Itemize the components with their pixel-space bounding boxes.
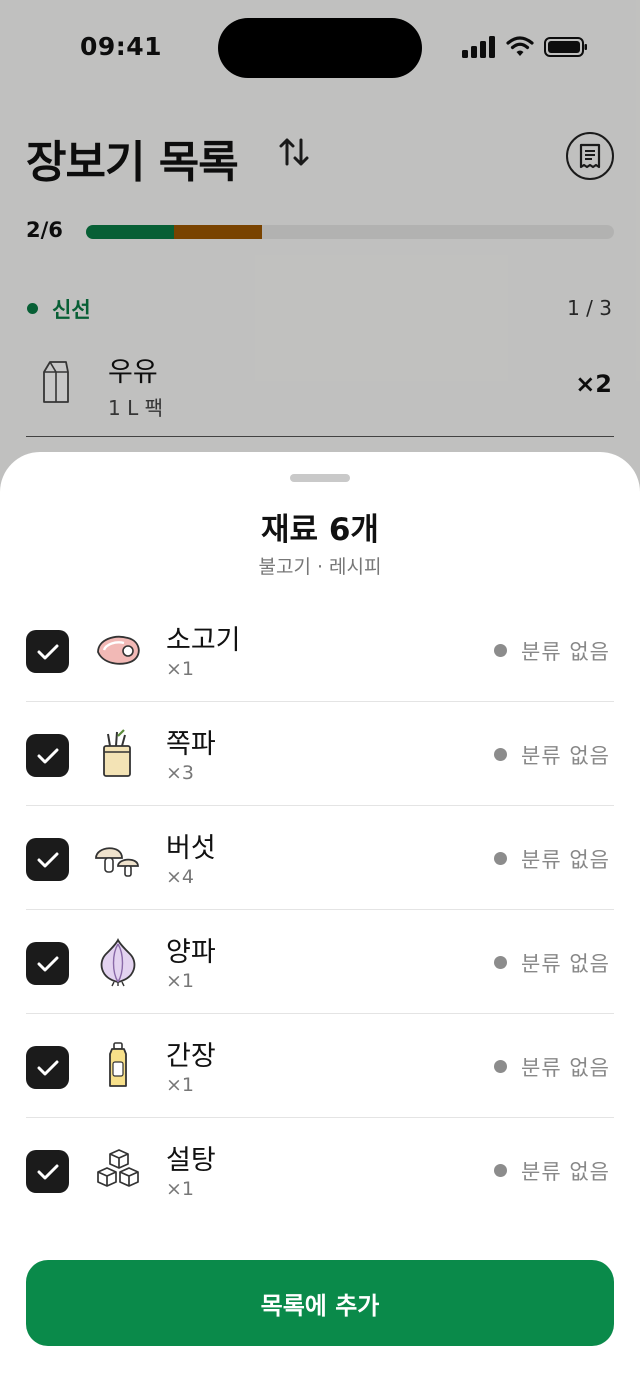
ingredient-checkbox[interactable] <box>26 838 69 881</box>
category-label[interactable]: 분류 없음 <box>521 636 610 666</box>
sheet-title: 재료 6개 <box>261 512 379 548</box>
sheet-grabber[interactable] <box>290 474 350 482</box>
ingredient-row[interactable]: 설탕 ×1 분류 없음 <box>0 1118 640 1222</box>
ingredient-row[interactable]: 버섯 ×4 분류 없음 <box>0 806 640 910</box>
ingredient-qty: ×4 <box>166 866 195 888</box>
ingredient-name: 쪽파 <box>166 729 216 760</box>
mushroom-icon <box>95 847 139 877</box>
category-label[interactable]: 분류 없음 <box>521 948 610 978</box>
ingredient-checkbox[interactable] <box>26 942 69 985</box>
checkmark-icon <box>37 956 58 971</box>
ingredient-qty: ×3 <box>166 762 195 784</box>
category-label[interactable]: 분류 없음 <box>521 740 610 770</box>
sheet-subtitle: 불고기 · 레시피 <box>258 556 382 578</box>
category-dot <box>494 748 507 761</box>
ingredient-qty: ×1 <box>166 1178 195 1200</box>
ingredient-name: 양파 <box>166 937 216 968</box>
ingredient-checkbox[interactable] <box>26 1046 69 1089</box>
ingredient-name: 소고기 <box>166 625 241 656</box>
checkmark-icon <box>37 1060 58 1075</box>
category-label[interactable]: 분류 없음 <box>521 1156 610 1186</box>
ingredient-row[interactable]: 간장 ×1 분류 없음 <box>0 1014 640 1118</box>
ingredient-name: 버섯 <box>166 833 216 864</box>
ingredient-row[interactable]: 양파 ×1 분류 없음 <box>0 910 640 1014</box>
ingredient-qty: ×1 <box>166 658 195 680</box>
category-label[interactable]: 분류 없음 <box>521 1052 610 1082</box>
category-dot <box>494 644 507 657</box>
recipe-ingredients-sheet: 재료 6개 불고기 · 레시피 소고기 ×1 분류 없음 쪽파 ×3 분류 없음… <box>0 452 640 1388</box>
ingredient-row[interactable]: 쪽파 ×3 분류 없음 <box>0 702 640 806</box>
ingredient-checkbox[interactable] <box>26 630 69 673</box>
steak-icon <box>97 635 140 665</box>
ingredient-name: 간장 <box>166 1041 216 1072</box>
checkmark-icon <box>37 1164 58 1179</box>
category-dot <box>494 956 507 969</box>
category-label[interactable]: 분류 없음 <box>521 844 610 874</box>
ingredient-list: 소고기 ×1 분류 없음 쪽파 ×3 분류 없음 버섯 ×4 분류 없음 양파 … <box>0 598 640 1222</box>
category-dot <box>494 852 507 865</box>
grocery-bag-icon <box>103 729 131 777</box>
sauce-bottle-icon <box>109 1042 127 1087</box>
ingredient-row[interactable]: 소고기 ×1 분류 없음 <box>0 598 640 702</box>
checkmark-icon <box>37 852 58 867</box>
ingredient-qty: ×1 <box>166 970 195 992</box>
add-to-list-button[interactable]: 목록에 추가 <box>26 1260 614 1346</box>
ingredient-name: 설탕 <box>166 1145 216 1176</box>
checkmark-icon <box>37 748 58 763</box>
category-dot <box>494 1060 507 1073</box>
ingredient-checkbox[interactable] <box>26 1150 69 1193</box>
sugar-cubes-icon <box>97 1149 139 1187</box>
onion-icon <box>100 937 136 987</box>
ingredient-qty: ×1 <box>166 1074 195 1096</box>
ingredient-checkbox[interactable] <box>26 734 69 777</box>
checkmark-icon <box>37 644 58 659</box>
category-dot <box>494 1164 507 1177</box>
